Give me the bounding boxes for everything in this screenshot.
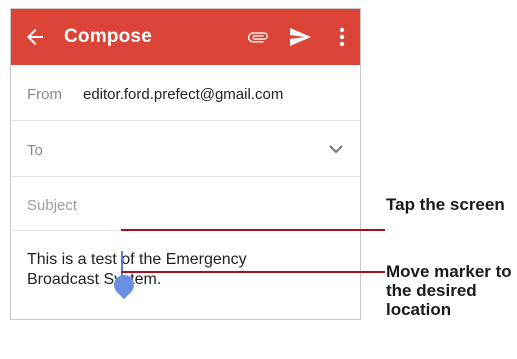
chevron-down-icon[interactable]: [329, 144, 343, 154]
callout-move-marker: Move marker to the desired location: [386, 262, 512, 319]
callout-line-move: [121, 271, 385, 273]
subject-field[interactable]: Subject: [11, 177, 360, 231]
to-field[interactable]: To: [11, 121, 360, 177]
page-title: Compose: [64, 26, 152, 47]
from-value: editor.ford.prefect@gmail.com: [83, 86, 284, 103]
body-line-2: Broadcast System.: [27, 271, 162, 288]
more-vertical-icon[interactable]: [337, 25, 347, 49]
from-label: From: [27, 86, 62, 103]
app-bar: Compose: [11, 9, 360, 65]
subject-placeholder: Subject: [27, 197, 78, 214]
back-arrow-icon[interactable]: [23, 25, 47, 49]
callout-tap-screen: Tap the screen: [386, 195, 505, 214]
attach-icon[interactable]: [247, 26, 269, 48]
body-line-1: This is a test of the Emergency: [27, 251, 247, 268]
message-body[interactable]: This is a test of the Emergency Broadcas…: [27, 250, 347, 290]
from-field[interactable]: From editor.ford.prefect@gmail.com: [11, 65, 360, 121]
send-icon[interactable]: [288, 25, 312, 49]
callout-line-tap: [121, 229, 385, 231]
to-label: To: [27, 142, 43, 159]
gmail-compose-screen: Compose From editor.ford.prefect@gmail.c…: [10, 8, 361, 320]
